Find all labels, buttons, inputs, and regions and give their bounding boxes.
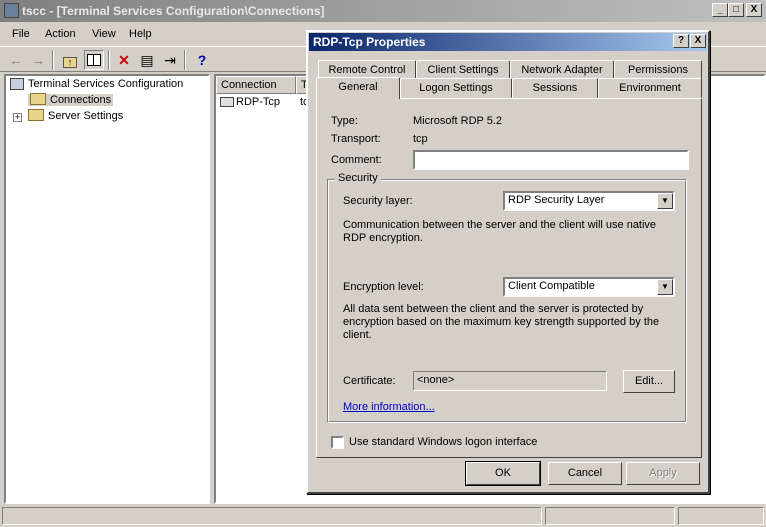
security-layer-label: Security layer:	[343, 195, 413, 207]
main-title-bar: tscc - [Terminal Services Configuration\…	[0, 0, 766, 22]
tab-sessions[interactable]: Sessions	[512, 78, 598, 98]
security-layer-select[interactable]: RDP Security Layer ▼	[503, 191, 675, 211]
security-layer-description: Communication between the server and the…	[343, 219, 657, 244]
tab-general[interactable]: General	[316, 77, 400, 99]
status-bar	[0, 505, 766, 527]
menu-action[interactable]: Action	[45, 28, 76, 40]
comment-label: Comment:	[331, 154, 382, 166]
up-folder-icon[interactable]: ↑	[60, 50, 80, 70]
dropdown-arrow-icon[interactable]: ▼	[657, 279, 673, 295]
cancel-button[interactable]: Cancel	[548, 462, 622, 485]
computer-icon	[10, 78, 24, 91]
tree-item-server-settings[interactable]: Server Settings	[28, 109, 124, 122]
encryption-level-description: All data sent between the client and the…	[343, 303, 660, 341]
standard-logon-checkbox[interactable]	[331, 436, 344, 449]
connection-icon	[220, 97, 234, 108]
show-hide-tree-icon[interactable]	[84, 50, 104, 70]
encryption-level-value: Client Compatible	[508, 280, 595, 292]
tab-client-settings[interactable]: Client Settings	[416, 60, 510, 80]
folder-icon	[30, 93, 46, 106]
transport-value: tcp	[413, 133, 428, 145]
ok-button[interactable]: OK	[465, 461, 541, 486]
encryption-level-select[interactable]: Client Compatible ▼	[503, 277, 675, 297]
security-layer-value: RDP Security Layer	[508, 194, 605, 206]
dialog-close-button[interactable]: X	[690, 34, 706, 48]
export-list-icon[interactable]: ⇥	[160, 50, 180, 70]
back-arrow-icon[interactable]: ←	[6, 50, 26, 70]
minimize-button[interactable]: _	[712, 3, 728, 17]
folder-icon	[28, 109, 44, 122]
status-cell-3	[678, 507, 764, 525]
menu-view[interactable]: View	[92, 28, 116, 40]
tab-logon-settings[interactable]: Logon Settings	[400, 78, 512, 98]
certificate-label: Certificate:	[343, 375, 396, 387]
menu-file[interactable]: File	[12, 28, 30, 40]
dialog-title-bar: RDP-Tcp Properties ? X	[309, 33, 707, 51]
row-connection-name: RDP-Tcp	[236, 96, 281, 108]
tab-permissions[interactable]: Permissions	[614, 60, 702, 80]
comment-field[interactable]	[413, 150, 689, 170]
dropdown-arrow-icon[interactable]: ▼	[657, 193, 673, 209]
tree-item-connections[interactable]: Connections	[28, 93, 114, 107]
column-header-connection[interactable]: Connection	[216, 76, 296, 94]
table-row[interactable]: RDP-Tcp	[220, 96, 280, 108]
menu-help[interactable]: Help	[129, 28, 152, 40]
more-information-link[interactable]: More information...	[343, 401, 435, 413]
properties-dialog: RDP-Tcp Properties ? X Remote Control Cl…	[306, 30, 710, 494]
certificate-field: <none>	[413, 371, 607, 391]
window-title: tscc - [Terminal Services Configuration\…	[22, 4, 325, 18]
type-value: Microsoft RDP 5.2	[413, 115, 503, 127]
help-icon[interactable]: ?	[192, 50, 212, 70]
dialog-title: RDP-Tcp Properties	[313, 35, 426, 49]
tab-environment[interactable]: Environment	[598, 78, 702, 98]
security-group-label: Security	[335, 172, 381, 184]
forward-arrow-icon[interactable]: →	[28, 50, 48, 70]
tscc-app-icon	[4, 3, 19, 18]
maximize-button[interactable]: □	[728, 3, 744, 17]
transport-label: Transport:	[331, 133, 381, 145]
apply-button[interactable]: Apply	[626, 462, 700, 485]
tree-root-label: Terminal Services Configuration	[28, 78, 184, 90]
tree-server-settings-label: Server Settings	[48, 110, 124, 122]
delete-icon[interactable]: ✕	[114, 50, 134, 70]
tree-pane: Terminal Services Configuration Connecti…	[4, 74, 210, 504]
close-button[interactable]: X	[746, 3, 762, 17]
status-cell-2	[545, 507, 675, 525]
tab-network-adapter[interactable]: Network Adapter	[510, 60, 614, 80]
general-tab-panel: Type: Microsoft RDP 5.2 Transport: tcp C…	[316, 98, 702, 458]
edit-certificate-button[interactable]: Edit...	[623, 370, 675, 393]
tree-connections-label: Connections	[50, 94, 112, 106]
standard-logon-label: Use standard Windows logon interface	[349, 436, 538, 448]
expand-icon[interactable]: +	[13, 113, 22, 122]
tree-root[interactable]: Terminal Services Configuration	[10, 78, 184, 91]
status-cell-main	[2, 507, 542, 525]
encryption-level-label: Encryption level:	[343, 281, 424, 293]
properties-icon[interactable]: ▤	[137, 50, 157, 70]
type-label: Type:	[331, 115, 358, 127]
help-button[interactable]: ?	[673, 34, 689, 48]
